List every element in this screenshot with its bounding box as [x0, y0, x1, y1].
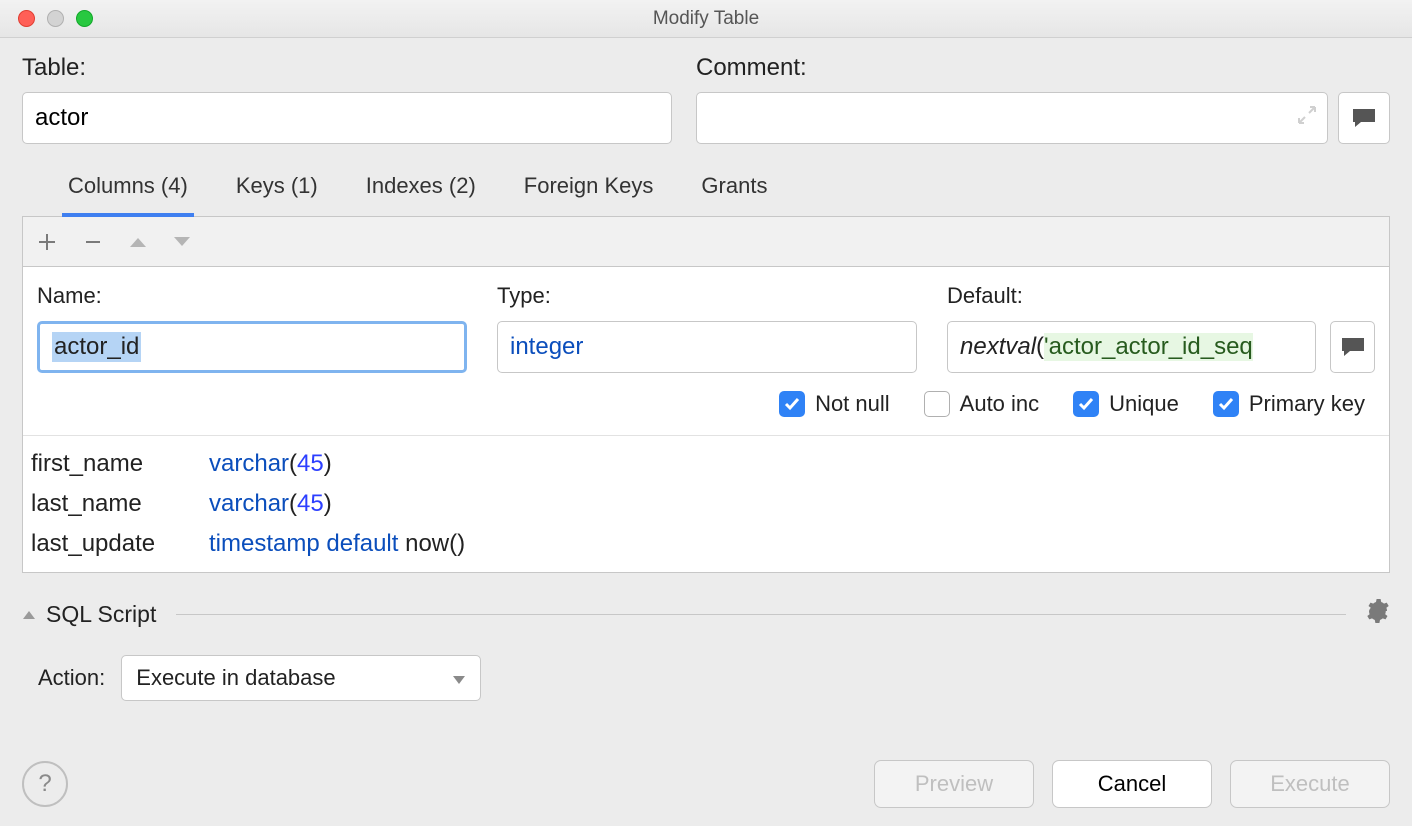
list-item[interactable]: first_name varchar(45): [23, 444, 1389, 484]
preview-button[interactable]: Preview: [874, 760, 1034, 808]
unique-checkbox[interactable]: Unique: [1073, 391, 1179, 417]
column-default-input[interactable]: nextval('actor_actor_id_seq: [947, 321, 1316, 373]
tab-indexes[interactable]: Indexes (2): [360, 173, 482, 217]
default-label: Default:: [947, 283, 1375, 309]
type-label: Type:: [497, 283, 917, 309]
column-flags: Not null Auto inc Unique Primary key: [23, 373, 1389, 435]
primary-key-checkbox[interactable]: Primary key: [1213, 391, 1365, 417]
action-label: Action:: [38, 665, 105, 691]
auto-inc-checkbox[interactable]: Auto inc: [924, 391, 1040, 417]
column-name-input[interactable]: actor_id: [37, 321, 467, 373]
comment-input[interactable]: [696, 92, 1328, 144]
columns-list: first_name varchar(45) last_name varchar…: [23, 435, 1389, 572]
collapse-icon[interactable]: [22, 602, 36, 626]
add-icon[interactable]: [37, 232, 57, 252]
chevron-down-icon: [452, 665, 466, 691]
tabs: Columns (4) Keys (1) Indexes (2) Foreign…: [22, 172, 1390, 217]
column-editor-panel: Name: actor_id Type: integer Default: ne…: [22, 267, 1390, 573]
tab-columns[interactable]: Columns (4): [62, 173, 194, 217]
comment-bubble-button[interactable]: [1338, 92, 1390, 144]
remove-icon[interactable]: [83, 232, 103, 252]
column-type-input[interactable]: integer: [497, 321, 917, 373]
comment-label: Comment:: [696, 54, 1390, 82]
expand-icon[interactable]: [1297, 105, 1317, 131]
titlebar: Modify Table: [0, 0, 1412, 38]
window-title: Modify Table: [0, 8, 1412, 30]
list-item[interactable]: last_name varchar(45): [23, 484, 1389, 524]
default-comment-button[interactable]: [1330, 321, 1375, 373]
help-button[interactable]: ?: [22, 761, 68, 807]
table-label: Table:: [22, 54, 672, 82]
action-select[interactable]: Execute in database: [121, 655, 481, 701]
sql-script-section: SQL Script: [22, 599, 1390, 629]
tab-grants[interactable]: Grants: [695, 173, 773, 217]
cancel-button[interactable]: Cancel: [1052, 760, 1212, 808]
list-item[interactable]: last_update timestamp default now(): [23, 524, 1389, 564]
move-up-icon[interactable]: [129, 236, 147, 248]
table-name-input[interactable]: [22, 92, 672, 144]
tab-foreign-keys[interactable]: Foreign Keys: [518, 173, 660, 217]
execute-button[interactable]: Execute: [1230, 760, 1390, 808]
divider: [176, 614, 1346, 615]
name-label: Name:: [37, 283, 467, 309]
not-null-checkbox[interactable]: Not null: [779, 391, 890, 417]
tab-keys[interactable]: Keys (1): [230, 173, 324, 217]
sql-script-label: SQL Script: [46, 601, 156, 628]
gear-icon[interactable]: [1366, 599, 1390, 629]
move-down-icon[interactable]: [173, 236, 191, 248]
columns-toolbar: [22, 217, 1390, 267]
